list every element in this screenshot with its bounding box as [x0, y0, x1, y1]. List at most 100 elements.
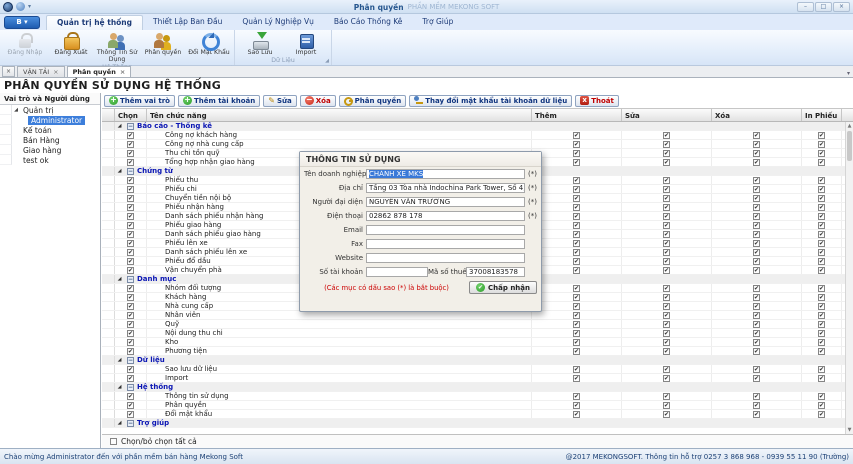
them-checkbox[interactable]: [573, 231, 580, 238]
tree-node[interactable]: Administrator: [0, 115, 100, 125]
sua-checkbox[interactable]: [663, 141, 670, 148]
tree-expander-icon[interactable]: ◢: [12, 107, 20, 113]
group-collapse-icon[interactable]: −: [127, 384, 134, 391]
app-orb-icon[interactable]: [3, 2, 13, 12]
ribbon-tab[interactable]: Quản Lý Nghiệp Vụ: [232, 15, 324, 30]
group-launcher-icon[interactable]: ◢: [325, 58, 329, 64]
sua-checkbox[interactable]: [663, 375, 670, 382]
xoa-checkbox[interactable]: [753, 375, 760, 382]
in-phieu-checkbox[interactable]: [818, 258, 825, 265]
ribbon-button[interactable]: Thông Tin Sử Dụng: [94, 31, 140, 64]
sua-checkbox[interactable]: [663, 285, 670, 292]
ribbon-tab[interactable]: Quản trị hệ thống: [46, 15, 143, 30]
xoa-checkbox[interactable]: [753, 141, 760, 148]
xoa-checkbox[interactable]: [753, 150, 760, 157]
in-phieu-checkbox[interactable]: [818, 294, 825, 301]
chon-checkbox[interactable]: [127, 213, 134, 220]
in-phieu-checkbox[interactable]: [818, 177, 825, 184]
chon-checkbox[interactable]: [127, 222, 134, 229]
them-checkbox[interactable]: [573, 339, 580, 346]
dialog-field-input[interactable]: Tầng 03 Tòa nhà Indochina Park Tower, Số…: [366, 183, 525, 193]
in-phieu-checkbox[interactable]: [818, 402, 825, 409]
in-phieu-checkbox[interactable]: [818, 393, 825, 400]
them-checkbox[interactable]: [573, 141, 580, 148]
group-row[interactable]: ◢−Hệ thống: [102, 383, 853, 392]
in-phieu-checkbox[interactable]: [818, 249, 825, 256]
them-checkbox[interactable]: [573, 366, 580, 373]
doc-tab[interactable]: VẬN TẢI×: [17, 66, 65, 77]
xoa-checkbox[interactable]: [753, 204, 760, 211]
doc-tabs-close-button[interactable]: ×: [2, 66, 15, 77]
sua-checkbox[interactable]: [663, 267, 670, 274]
group-row[interactable]: ◢−Dữ liệu: [102, 356, 853, 365]
toolbar-button[interactable]: −Xóa: [300, 95, 336, 107]
group-expander-icon[interactable]: ◢: [115, 383, 125, 391]
in-phieu-checkbox[interactable]: [818, 339, 825, 346]
in-phieu-checkbox[interactable]: [818, 231, 825, 238]
xoa-checkbox[interactable]: [753, 195, 760, 202]
them-checkbox[interactable]: [573, 267, 580, 274]
grid-header-in-phieu[interactable]: In Phiếu: [802, 109, 842, 121]
group-collapse-icon[interactable]: −: [127, 168, 134, 175]
xoa-checkbox[interactable]: [753, 285, 760, 292]
sua-checkbox[interactable]: [663, 159, 670, 166]
group-expander-icon[interactable]: ◢: [115, 356, 125, 364]
chon-checkbox[interactable]: [127, 303, 134, 310]
in-phieu-checkbox[interactable]: [818, 186, 825, 193]
in-phieu-checkbox[interactable]: [818, 150, 825, 157]
chon-checkbox[interactable]: [127, 132, 134, 139]
maximize-button[interactable]: □: [815, 2, 832, 12]
xoa-checkbox[interactable]: [753, 303, 760, 310]
chon-checkbox[interactable]: [127, 204, 134, 211]
ribbon-tab[interactable]: Báo Cáo Thống Kê: [324, 15, 413, 30]
dialog-field-input[interactable]: [366, 253, 525, 263]
group-expander-icon[interactable]: ◢: [115, 122, 125, 130]
in-phieu-checkbox[interactable]: [818, 321, 825, 328]
them-checkbox[interactable]: [573, 321, 580, 328]
group-expander-icon[interactable]: ◢: [115, 275, 125, 283]
sua-checkbox[interactable]: [663, 231, 670, 238]
in-phieu-checkbox[interactable]: [818, 240, 825, 247]
in-phieu-checkbox[interactable]: [818, 330, 825, 337]
sua-checkbox[interactable]: [663, 150, 670, 157]
them-checkbox[interactable]: [573, 222, 580, 229]
in-phieu-checkbox[interactable]: [818, 159, 825, 166]
chon-checkbox[interactable]: [127, 348, 134, 355]
xoa-checkbox[interactable]: [753, 258, 760, 265]
ribbon-button[interactable]: Import: [283, 31, 329, 57]
them-checkbox[interactable]: [573, 348, 580, 355]
tree-node[interactable]: Bán Hàng: [0, 135, 100, 145]
them-checkbox[interactable]: [573, 240, 580, 247]
sua-checkbox[interactable]: [663, 222, 670, 229]
xoa-checkbox[interactable]: [753, 177, 760, 184]
them-checkbox[interactable]: [573, 177, 580, 184]
in-phieu-checkbox[interactable]: [818, 195, 825, 202]
xoa-checkbox[interactable]: [753, 267, 760, 274]
xoa-checkbox[interactable]: [753, 249, 760, 256]
xoa-checkbox[interactable]: [753, 213, 760, 220]
group-collapse-icon[interactable]: −: [127, 420, 134, 427]
scroll-up-icon[interactable]: ▲: [846, 122, 853, 130]
xoa-checkbox[interactable]: [753, 402, 760, 409]
them-checkbox[interactable]: [573, 330, 580, 337]
sua-checkbox[interactable]: [663, 339, 670, 346]
grid-scrollbar[interactable]: ▲ ▼: [845, 122, 853, 434]
them-checkbox[interactable]: [573, 249, 580, 256]
xoa-checkbox[interactable]: [753, 186, 760, 193]
sua-checkbox[interactable]: [663, 132, 670, 139]
xoa-checkbox[interactable]: [753, 132, 760, 139]
chon-checkbox[interactable]: [127, 249, 134, 256]
sua-checkbox[interactable]: [663, 213, 670, 220]
tree-node[interactable]: ◢Quản trị: [0, 105, 100, 115]
tree-node[interactable]: Giao hàng: [0, 145, 100, 155]
dialog-field-input[interactable]: CHÀNH XE MKS: [366, 169, 525, 179]
sua-checkbox[interactable]: [663, 240, 670, 247]
chon-checkbox[interactable]: [127, 330, 134, 337]
ribbon-tab[interactable]: Thiết Lập Ban Đầu: [143, 15, 232, 30]
toolbar-button[interactable]: +Thêm vai trò: [104, 95, 175, 107]
toolbar-button[interactable]: Thay đổi mật khẩu tài khoản dữ liệu: [409, 95, 572, 107]
sua-checkbox[interactable]: [663, 330, 670, 337]
sua-checkbox[interactable]: [663, 204, 670, 211]
group-expander-icon[interactable]: ◢: [115, 419, 125, 427]
quick-access-caret-icon[interactable]: ▾: [28, 3, 31, 10]
